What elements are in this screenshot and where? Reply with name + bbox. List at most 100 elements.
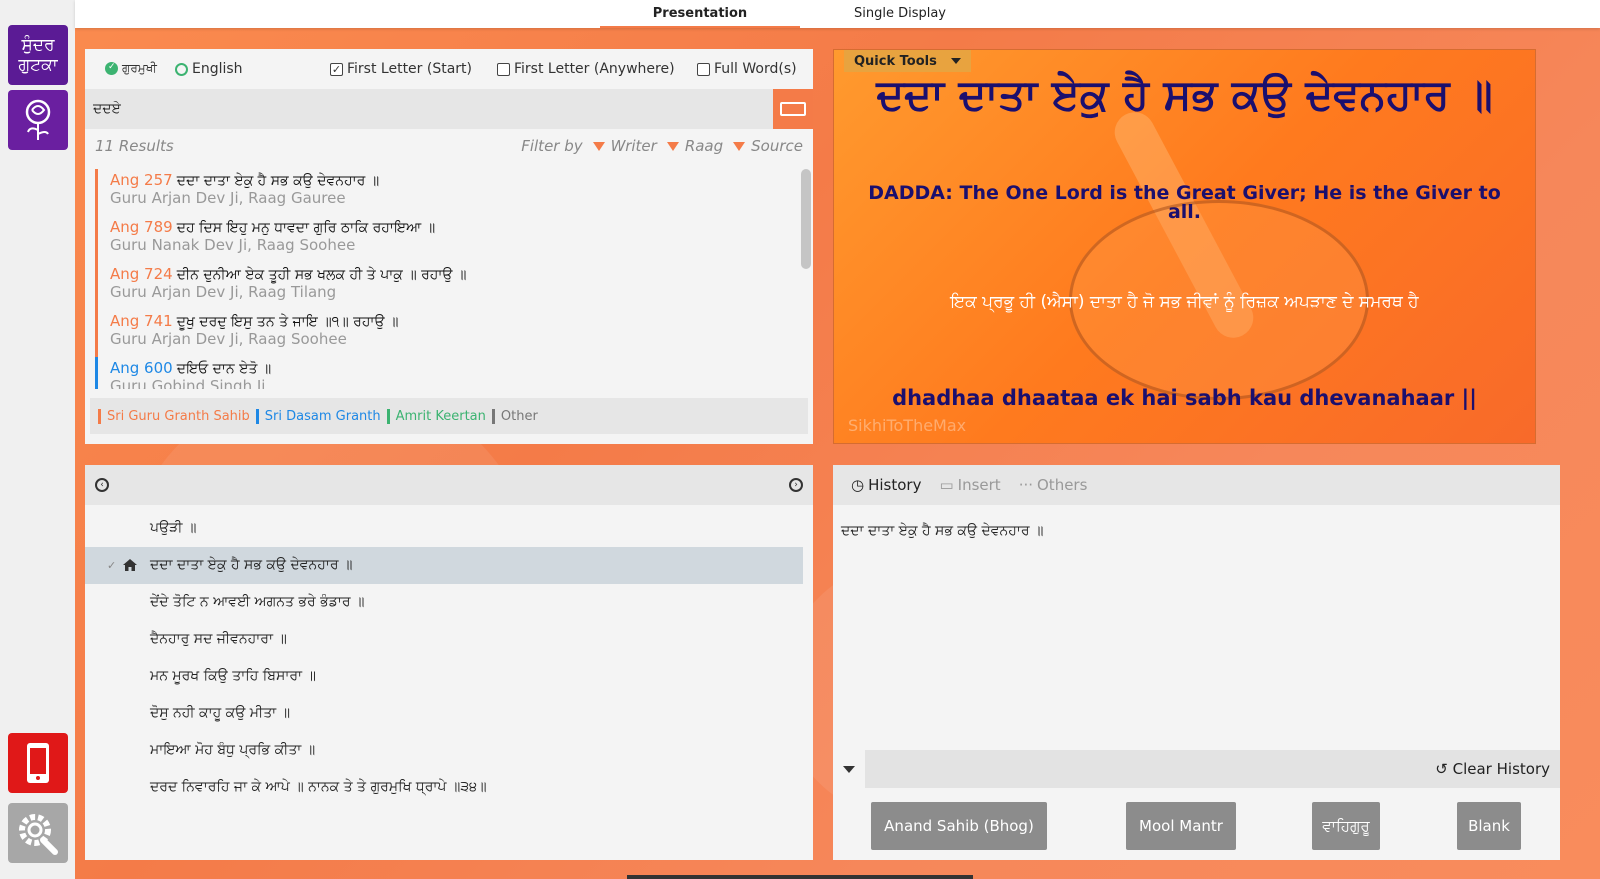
shabad-line[interactable]: ਦੈਨਹਾਰੁ ਸਦ ਜੀਵਨਹਾਰਾ ॥: [85, 621, 803, 658]
results-list: Ang 257 ਦਦਾ ਦਾਤਾ ਏਕੁ ਹੈ ਸਭ ਕਉ ਦੇਵਨਹਾਰ ॥ G…: [95, 169, 785, 389]
dropdown-icon: [666, 141, 679, 151]
history-item[interactable]: ਦਦਾ ਦਾਤਾ ਏਕੁ ਹੈ ਸਭ ਕਉ ਦੇਵਨਹਾਰ ॥: [841, 523, 1043, 539]
rose-icon: [25, 99, 51, 140]
settings-button[interactable]: [8, 803, 68, 863]
checkbox-checked-icon: ✓: [330, 62, 343, 76]
first-letter-anywhere-checkbox[interactable]: First Letter (Anywhere): [497, 61, 675, 77]
tab-history[interactable]: ◷ History: [851, 476, 921, 494]
result-ang: Ang 789: [110, 218, 173, 236]
filter-source-label: Source: [751, 137, 803, 155]
first-letter-start-label: First Letter (Start): [347, 61, 473, 77]
tab-insert-label: Insert: [957, 476, 1001, 494]
tab-single-display[interactable]: Single Display: [800, 0, 1000, 28]
source-dasam-granth[interactable]: Sri Dasam Granth: [255, 408, 381, 424]
clear-history-row: ↺ Clear History: [833, 750, 1560, 788]
result-text: ਦਹ ਦਿਸ ਇਹੁ ਮਨੁ ਧਾਵਦਾ ਗੁਰਿ ਠਾਕਿ ਰਹਾਇਆ ॥: [176, 220, 436, 236]
search-input[interactable]: [85, 89, 773, 129]
blank-button[interactable]: Blank: [1457, 802, 1521, 850]
collapse-toggle[interactable]: [833, 750, 865, 788]
full-words-checkbox[interactable]: Full Word(s): [697, 61, 797, 77]
result-meta: Guru Arjan Dev Ji, Raag Tilang: [110, 283, 337, 301]
results-count: 11 Results: [95, 137, 174, 155]
previous-shabad-icon[interactable]: ‹: [95, 478, 109, 492]
shabad-line[interactable]: ਦੋਸੁ ਨਹੀ ਕਾਹੂ ਕਉ ਮੀਤਾ ॥: [85, 695, 803, 732]
sundar-gutka-label: ਸੁੰਦਰ ਗੁਟਕਾ: [18, 35, 58, 75]
result-meta: Guru Nanak Dev Ji, Raag Soohee: [110, 236, 356, 254]
presenter-preview: Quick Tools ਦਦਾ ਦਾਤਾ ਏਕੁ ਹੈ ਸਭ ਕਉ ਦੇਵਨਹਾ…: [833, 49, 1536, 444]
next-shabad-icon[interactable]: ›: [789, 478, 803, 492]
shabad-line[interactable]: ਦਰਦ ਨਿਵਾਰਹਿ ਜਾ ਕੇ ਆਪੇ ॥ ਨਾਨਕ ਤੇ ਤੇ ਗੁਰਮੁ…: [85, 769, 803, 806]
result-ang: Ang 600: [110, 359, 173, 377]
dropdown-icon: [733, 141, 746, 151]
result-item[interactable]: Ang 600 ਦਇਓ ਦਾਨ ਏਤੋ ॥ Guru Gobind Singh J…: [95, 357, 785, 389]
result-text: ਦਦਾ ਦਾਤਾ ਏਕੁ ਹੈ ਸਭ ਕਉ ਦੇਵਨਹਾਰ ॥: [176, 173, 380, 189]
mool-mantr-button[interactable]: Mool Mantr: [1126, 802, 1236, 850]
result-meta: Guru Arjan Dev Ji, Raag Gauree: [110, 189, 346, 207]
tab-insert[interactable]: ▭ Insert: [939, 476, 1000, 494]
tab-others[interactable]: ··· Others: [1019, 476, 1088, 494]
source-legend: Sri Guru Granth Sahib Sri Dasam Granth A…: [90, 398, 808, 434]
quick-tools-button[interactable]: Quick Tools: [844, 50, 971, 72]
sidebar: ਸੁੰਦਰ ਗੁਟਕਾ: [0, 0, 75, 879]
history-undo-icon: ↺: [1435, 760, 1448, 778]
filter-raag-label: Raag: [684, 137, 724, 155]
filters: Filter by Writer Raag Source: [521, 137, 803, 155]
shabad-line[interactable]: ਦੇਂਦੇ ਤੋਟਿ ਨ ਆਵਈ ਅਗਨਤ ਭਰੇ ਭੰਡਾਰ ॥: [85, 584, 803, 621]
clear-history-button[interactable]: ↺ Clear History: [1435, 760, 1550, 778]
tab-presentation[interactable]: Presentation: [600, 0, 800, 28]
english-radio[interactable]: English: [175, 61, 243, 77]
filter-writer-label: Writer: [610, 137, 657, 155]
result-ang: Ang 257: [110, 171, 173, 189]
shabad-line-current[interactable]: ✓ ਦਦਾ ਦਾਤਾ ਏਕੁ ਹੈ ਸਭ ਕਉ ਦੇਵਨਹਾਰ ॥: [85, 547, 803, 584]
result-meta: Guru Gobind Singh Ji: [110, 377, 266, 389]
result-item[interactable]: Ang 257 ਦਦਾ ਦਾਤਾ ਏਕੁ ਹੈ ਸਭ ਕਉ ਦੇਵਨਹਾਰ ॥ G…: [95, 169, 785, 216]
result-item[interactable]: Ang 789 ਦਹ ਦਿਸ ਇਹੁ ਮਨੁ ਧਾਵਦਾ ਗੁਰਿ ਠਾਕਿ ਰਹ…: [95, 216, 785, 263]
keyboard-icon: [780, 102, 806, 116]
source-amrit-keertan[interactable]: Amrit Keertan: [386, 408, 486, 424]
search-panel: ਗੁਰਮੁਖੀ English ✓ First Letter (Start) F…: [85, 49, 813, 444]
gurmukhi-label: ਗੁਰਮੁਖੀ: [122, 61, 157, 75]
filter-by-label: Filter by: [521, 137, 583, 155]
sundar-gutka-button[interactable]: ਸੁੰਦਰ ਗੁਟਕਾ: [8, 25, 68, 85]
result-text: ਦੂਖੁ ਦਰਦੁ ਇਸੁ ਤਨ ਤੇ ਜਾਇ ॥੧॥ ਰਹਾਉ ॥: [176, 314, 399, 330]
waheguru-button[interactable]: ਵਾਹਿਗੁਰੂ: [1312, 802, 1380, 850]
check-icon: ✓: [107, 559, 117, 572]
anand-sahib-button[interactable]: Anand Sahib (Bhog): [871, 802, 1047, 850]
keyboard-button[interactable]: [773, 89, 813, 129]
shabad-panel: ‹ › ਪਉੜੀ ॥ ✓ ਦਦਾ ਦਾਤਾ ਏਕੁ ਹੈ ਸਭ ਕਉ ਦੇਵਨਹ…: [85, 465, 813, 860]
clear-history-label: Clear History: [1452, 760, 1550, 778]
history-tabs: ◷ History ▭ Insert ··· Others: [833, 465, 1560, 505]
shabad-line[interactable]: ਮਨ ਮੂਰਖ ਕਿਉ ਤਾਹਿ ਬਿਸਾਰਾ ॥: [85, 658, 803, 695]
rose-button[interactable]: [8, 90, 68, 150]
shabad-line-text: ਦਦਾ ਦਾਤਾ ਏਕੁ ਹੈ ਸਭ ਕਉ ਦੇਵਨਹਾਰ ॥: [150, 557, 353, 573]
preview-transliteration: dhadhaa dhaataa ek hai sabh kau dhevanah…: [892, 386, 1477, 410]
history-panel: ◷ History ▭ Insert ··· Others ਦਦਾ ਦਾਤਾ ਏ…: [833, 465, 1560, 860]
result-item[interactable]: Ang 741 ਦੂਖੁ ਦਰਦੁ ਇਸੁ ਤਨ ਤੇ ਜਾਇ ॥੧॥ ਰਹਾਉ …: [95, 310, 785, 357]
gurmukhi-radio[interactable]: ਗੁਰਮੁਖੀ: [105, 61, 157, 76]
home-icon: [123, 559, 137, 571]
results-scrollbar[interactable]: [801, 169, 811, 269]
tab-history-label: History: [868, 476, 922, 494]
filter-writer[interactable]: Writer: [592, 137, 657, 155]
shabad-header: ‹ ›: [85, 465, 813, 505]
shabad-line[interactable]: ਪਉੜੀ ॥: [85, 510, 803, 547]
preview-gurmukhi: ਦਦਾ ਦਾਤਾ ਏਕੁ ਹੈ ਸਭ ਕਉ ਦੇਵਨਹਾਰ ॥: [876, 70, 1493, 119]
filter-source[interactable]: Source: [733, 137, 803, 155]
first-letter-start-checkbox[interactable]: ✓ First Letter (Start): [330, 61, 472, 77]
shabad-line[interactable]: ਮਾਇਆ ਮੋਹ ਬੰਧੁ ਪ੍ਰਭਿ ਕੀਤਾ ॥: [85, 732, 803, 769]
source-other[interactable]: Other: [491, 408, 538, 424]
source-sggs[interactable]: Sri Guru Granth Sahib: [98, 408, 250, 424]
result-ang: Ang 724: [110, 265, 173, 283]
clock-icon: ◷: [851, 476, 865, 494]
quick-tools-label: Quick Tools: [854, 53, 937, 69]
preview-english: DADDA: The One Lord is the Great Giver; …: [868, 182, 1501, 223]
settings-icon: [19, 814, 58, 855]
search-input-row: [85, 89, 813, 129]
bottom-handle[interactable]: [627, 875, 973, 879]
checkbox-unchecked-icon: [697, 62, 710, 76]
result-item[interactable]: Ang 724 ਦੀਨ ਦੁਨੀਆ ਏਕ ਤੂਹੀ ਸਭ ਖਲਕ ਹੀ ਤੇ ਪਾ…: [95, 263, 785, 310]
radio-checked-icon: [105, 62, 118, 75]
chevron-down-icon: [843, 765, 855, 773]
mobile-button[interactable]: [8, 733, 68, 793]
filter-raag[interactable]: Raag: [666, 137, 724, 155]
